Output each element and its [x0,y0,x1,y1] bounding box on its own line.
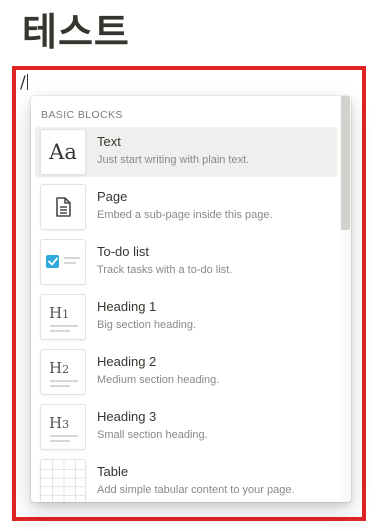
menu-item-page[interactable]: Page Embed a sub-page inside this page. [35,182,337,232]
menu-item-title: Table [97,464,129,479]
page-document-icon [40,184,86,230]
menu-item-title: Page [97,189,128,204]
menu-item-description: Medium section heading. [97,374,220,386]
text-caret [26,74,28,90]
slash-command-menu: BASIC BLOCKS Aa Text Just start writing … [31,96,351,502]
menu-item-heading-1[interactable]: H1 Heading 1 Big section heading. [35,292,337,342]
menu-item-description: Just start writing with plain text. [97,154,250,166]
menu-item-description: Add simple tabular content to your page. [97,484,295,496]
heading-3-icon: H3 [40,404,86,450]
menu-scrollbar-thumb[interactable] [341,96,350,230]
menu-item-heading-2[interactable]: H2 Heading 2 Medium section heading. [35,347,337,397]
menu-item-description: Small section heading. [97,429,208,441]
menu-item-table[interactable]: Table Add simple tabular content to your… [35,457,337,502]
checkbox-icon [40,239,86,285]
text-aa-icon: Aa [40,129,86,175]
menu-item-title: Heading 3 [97,409,157,424]
menu-scrollbar-track[interactable] [340,96,351,502]
page-title[interactable]: 테스트 [22,6,130,58]
menu-item-text[interactable]: Aa Text Just start writing with plain te… [35,127,337,177]
menu-item-description: Embed a sub-page inside this page. [97,209,273,221]
menu-item-title: Heading 2 [97,354,157,369]
menu-section-label: BASIC BLOCKS [41,109,123,121]
table-grid-icon [40,459,86,502]
menu-item-title: Text [97,134,121,149]
menu-item-description: Big section heading. [97,319,197,331]
menu-item-title: Heading 1 [97,299,157,314]
typed-slash-text: / [20,73,26,93]
heading-1-icon: H1 [40,294,86,340]
heading-2-icon: H2 [40,349,86,395]
menu-item-title: To-do list [97,244,150,259]
menu-item-todo-list[interactable]: To-do list Track tasks with a to-do list… [35,237,337,287]
menu-item-heading-3[interactable]: H3 Heading 3 Small section heading. [35,402,337,452]
menu-item-description: Track tasks with a to-do list. [97,264,233,276]
editor-block-input[interactable]: / [20,72,28,94]
